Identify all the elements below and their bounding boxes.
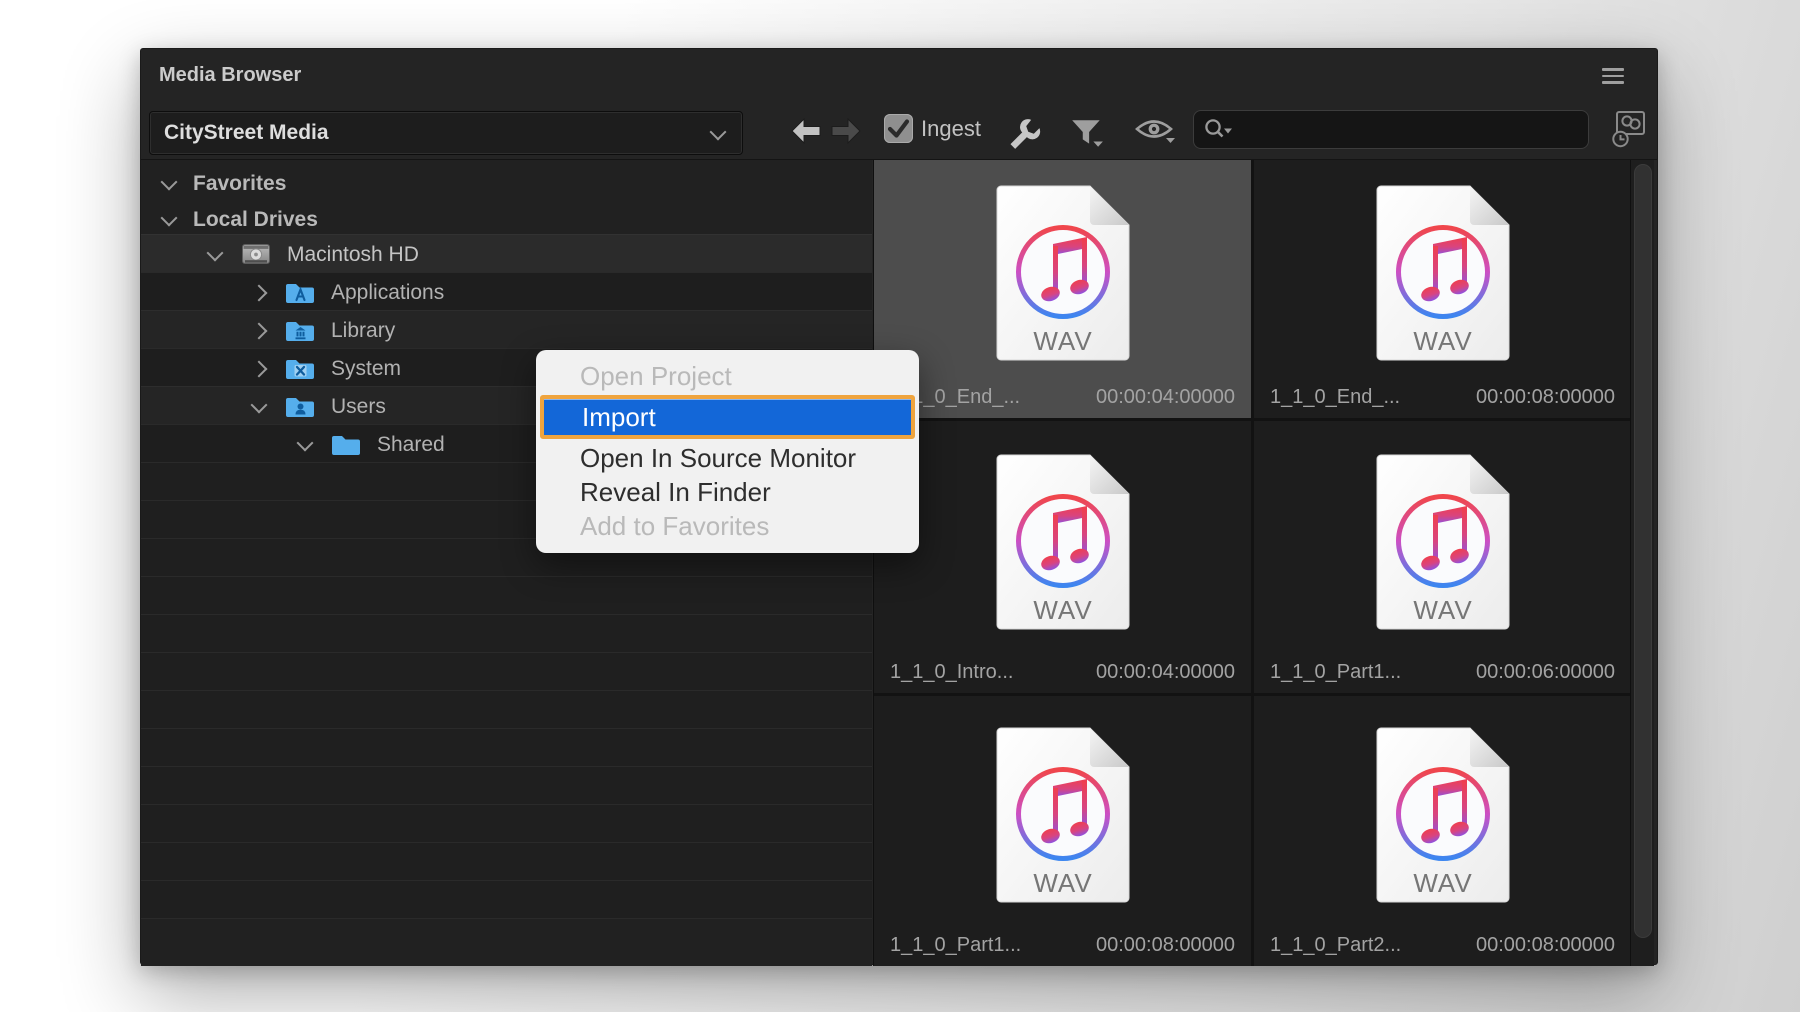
grid-scrollbar xyxy=(1630,160,1654,966)
media-tile[interactable]: WAV 1_1_0_Part2... 00:00:08:00000 xyxy=(1254,696,1631,966)
tile-name: 1_1_0_Intro... xyxy=(890,661,1013,684)
tile-duration: 00:00:04:00000 xyxy=(1096,661,1235,684)
tile-name: 1_1_0_End_... xyxy=(1270,386,1400,409)
menu-item-reveal-in-finder[interactable]: Reveal In Finder xyxy=(536,475,919,509)
forward-button[interactable] xyxy=(829,116,863,146)
chevron-right-icon[interactable] xyxy=(251,285,268,302)
hard-drive-icon xyxy=(241,242,271,267)
wav-file-icon: WAV xyxy=(1375,453,1511,631)
svg-text:WAV: WAV xyxy=(1413,868,1472,898)
wav-file-icon: WAV xyxy=(1375,726,1511,904)
chevron-down-icon[interactable] xyxy=(207,245,224,262)
filter-funnel-icon[interactable] xyxy=(1069,116,1105,150)
chevron-down-icon[interactable] xyxy=(297,435,314,452)
menu-item-import[interactable]: Import xyxy=(540,395,915,439)
context-menu: Open Project Import Open In Source Monit… xyxy=(536,350,919,553)
folder-icon xyxy=(331,432,361,456)
menu-item-open-in-source-monitor[interactable]: Open In Source Monitor xyxy=(536,441,919,475)
tile-name: 1_1_0_Part1... xyxy=(1270,661,1401,684)
chevron-down-icon xyxy=(710,124,727,141)
search-icon[interactable] xyxy=(1202,116,1234,144)
panel-content: Favorites Local Drives Macintosh H xyxy=(141,159,1657,966)
tile-label: 1_1_0_End_... 00:00:04:00000 xyxy=(890,386,1235,409)
tile-label: 1_1_0_Part1... 00:00:06:00000 xyxy=(1270,661,1615,684)
media-tile[interactable]: WAV 1_1_0_Part1... 00:00:06:00000 xyxy=(1254,421,1631,693)
source-dropdown-value: CityStreet Media xyxy=(164,121,329,145)
media-tile[interactable]: WAV 1_1_0_Intro... 00:00:04:00000 xyxy=(874,421,1251,693)
svg-text:WAV: WAV xyxy=(1033,595,1092,625)
panel-title: Media Browser xyxy=(159,64,301,87)
media-tile[interactable]: WAV 1_1_0_End_... 00:00:04:00000 xyxy=(874,160,1251,418)
checkmark-icon xyxy=(884,114,913,143)
linked-media-clock-icon[interactable] xyxy=(1607,108,1649,150)
search-input[interactable] xyxy=(1240,117,1574,142)
chevron-down-icon[interactable] xyxy=(251,397,268,414)
menu-item-open-project[interactable]: Open Project xyxy=(536,359,919,393)
ingest-checkbox[interactable] xyxy=(884,114,913,143)
media-browser-panel: Media Browser CityStreet Media I xyxy=(140,48,1658,965)
media-tile[interactable]: WAV 1_1_0_Part1... 00:00:08:00000 xyxy=(874,696,1251,966)
panel-titlebar: Media Browser xyxy=(141,49,1657,106)
ingest-settings-wrench-icon[interactable] xyxy=(1006,116,1044,154)
applications-folder-icon xyxy=(285,280,315,304)
tree-section-local-drives[interactable]: Local Drives xyxy=(141,200,872,238)
scrollbar-thumb[interactable] xyxy=(1634,164,1652,938)
tree-section-favorites[interactable]: Favorites xyxy=(141,164,872,202)
svg-text:WAV: WAV xyxy=(1413,595,1472,625)
tile-label: 1_1_0_Part2... 00:00:08:00000 xyxy=(1270,934,1615,957)
chevron-down-icon[interactable] xyxy=(161,210,178,227)
wav-file-icon: WAV xyxy=(995,184,1131,362)
wav-file-icon: WAV xyxy=(1375,184,1511,362)
system-folder-icon xyxy=(285,356,315,380)
panel-menu-icon[interactable] xyxy=(1602,68,1624,84)
tree-item-applications[interactable]: Applications xyxy=(141,272,872,311)
svg-text:WAV: WAV xyxy=(1033,868,1092,898)
tree-item-macintosh-hd[interactable]: Macintosh HD xyxy=(141,234,872,273)
ingest-toggle[interactable]: Ingest xyxy=(884,114,981,143)
users-folder-icon xyxy=(285,394,315,418)
chevron-right-icon[interactable] xyxy=(251,361,268,378)
folder-tree: Favorites Local Drives Macintosh H xyxy=(141,160,872,966)
wav-file-icon: WAV xyxy=(995,726,1131,904)
chevron-right-icon[interactable] xyxy=(251,323,268,340)
toolbar: CityStreet Media Ingest xyxy=(141,106,1657,159)
tile-label: 1_1_0_Intro... 00:00:04:00000 xyxy=(890,661,1235,684)
tile-duration: 00:00:08:00000 xyxy=(1476,934,1615,957)
tile-duration: 00:00:04:00000 xyxy=(1096,386,1235,409)
chevron-down-icon[interactable] xyxy=(161,174,178,191)
preview-eye-icon[interactable] xyxy=(1133,116,1177,146)
tile-name: 1_1_0_Part1... xyxy=(890,934,1021,957)
tile-label: 1_1_0_Part1... 00:00:08:00000 xyxy=(890,934,1235,957)
svg-text:WAV: WAV xyxy=(1413,326,1472,356)
menu-item-add-to-favorites[interactable]: Add to Favorites xyxy=(536,509,919,543)
library-folder-icon xyxy=(285,318,315,342)
tile-name: 1_1_0_Part2... xyxy=(1270,934,1401,957)
tile-duration: 00:00:08:00000 xyxy=(1096,934,1235,957)
back-button[interactable] xyxy=(789,116,823,146)
ingest-label: Ingest xyxy=(921,116,981,142)
tile-label: 1_1_0_End_... 00:00:08:00000 xyxy=(1270,386,1615,409)
media-grid: WAV 1_1_0_End_... 00:00:04:00000 WAV 1_1… xyxy=(873,160,1630,966)
search-box xyxy=(1193,110,1589,149)
tile-duration: 00:00:08:00000 xyxy=(1476,386,1615,409)
media-tile[interactable]: WAV 1_1_0_End_... 00:00:08:00000 xyxy=(1254,160,1631,418)
tile-duration: 00:00:06:00000 xyxy=(1476,661,1615,684)
svg-text:WAV: WAV xyxy=(1033,326,1092,356)
tree-item-library[interactable]: Library xyxy=(141,310,872,349)
wav-file-icon: WAV xyxy=(995,453,1131,631)
source-dropdown[interactable]: CityStreet Media xyxy=(149,111,743,155)
desktop-background: Media Browser CityStreet Media I xyxy=(0,0,1800,1012)
